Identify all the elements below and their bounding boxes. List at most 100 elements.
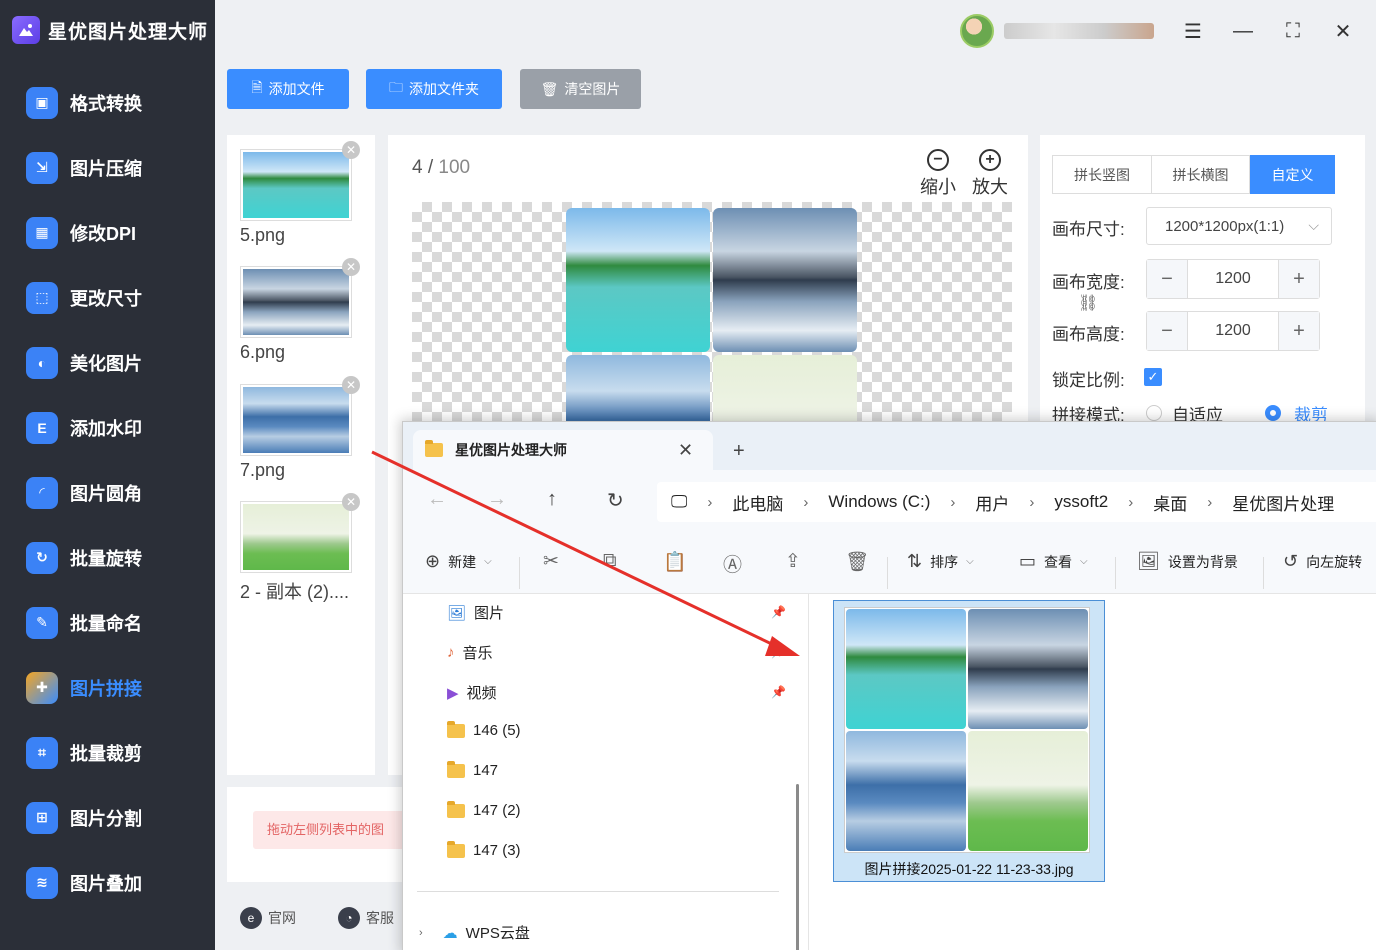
settings-sliders-icon[interactable]: ☰ — [1178, 16, 1208, 46]
sidebar-item-rotate[interactable]: ↻ 批量旋转 — [0, 525, 215, 590]
remove-icon[interactable]: ✕ — [342, 141, 360, 159]
thumbnail-image — [243, 504, 349, 570]
thumbnail-label: 5.png — [240, 225, 286, 245]
file-item-selected[interactable]: 图片拼接2025-01-22 11-23-33.jpg — [833, 600, 1105, 882]
sidebar-item-dpi[interactable]: ▦ 修改DPI — [0, 200, 215, 265]
sidebar-item-resize[interactable]: ⬚ 更改尺寸 — [0, 265, 215, 330]
sidebar-item-crop[interactable]: ⌗ 批量裁剪 — [0, 720, 215, 785]
tree-item-music[interactable]: ♪ 音乐 — [447, 642, 493, 663]
pane-divider[interactable] — [808, 594, 809, 950]
add-file-button[interactable]: 🗎 添加文件 — [227, 69, 349, 109]
increment-button[interactable]: + — [1279, 312, 1319, 350]
sidebar-item-stitch[interactable]: ✚ 图片拼接 — [0, 655, 215, 720]
remove-icon[interactable]: ✕ — [342, 258, 360, 276]
website-link[interactable]: e 官网 — [240, 907, 296, 929]
clear-images-button[interactable]: 🗑 清空图片 — [520, 69, 641, 109]
breadcrumb-item[interactable]: 此电脑 — [732, 490, 783, 515]
close-icon[interactable]: ✕ — [1328, 16, 1358, 46]
canvas-height-input[interactable]: 1200 — [1187, 312, 1279, 350]
breadcrumb-item[interactable]: 桌面 — [1153, 490, 1187, 515]
tree-item-folder[interactable]: 147 (2) — [447, 800, 521, 819]
canvas-size-select[interactable]: 1200*1200px(1:1) ⌵ — [1146, 207, 1332, 245]
tree-item-folder[interactable]: 147 — [447, 760, 498, 779]
zoom-in-button[interactable]: + 放大 — [972, 149, 1008, 199]
clear-images-label: 清空图片 — [564, 81, 621, 97]
breadcrumb-item[interactable]: 用户 — [975, 490, 1009, 515]
share-icon[interactable]: ⇪ — [785, 550, 801, 573]
chevron-right-icon: › — [419, 926, 423, 939]
sidebar-item-beautify[interactable]: ◐ 美化图片 — [0, 330, 215, 395]
service-link[interactable]: ◔ 客服 — [338, 907, 394, 929]
close-tab-icon[interactable]: ✕ — [678, 440, 693, 461]
add-folder-button[interactable]: 🗀 添加文件夹 — [366, 69, 502, 109]
pictures-icon: 🖼 — [447, 604, 467, 622]
tree-item-folder[interactable]: 147 (3) — [447, 840, 521, 859]
lock-ratio-checkbox[interactable]: ✓ — [1144, 368, 1162, 386]
sidebar-item-format-convert[interactable]: ▣ 格式转换 — [0, 70, 215, 135]
canvas-width-input[interactable]: 1200 — [1187, 260, 1279, 298]
folder-icon — [447, 720, 465, 738]
back-arrow-icon[interactable]: ← — [427, 488, 447, 511]
tree-item-folder[interactable]: 146 (5) — [447, 720, 521, 739]
minimize-icon[interactable]: — — [1228, 16, 1258, 46]
sidebar-item-round-corner[interactable]: ◜ 图片圆角 — [0, 460, 215, 525]
canvas-tile[interactable] — [713, 355, 857, 422]
sidebar-item-rename[interactable]: ✎ 批量命名 — [0, 590, 215, 655]
up-arrow-icon[interactable]: ↑ — [547, 488, 557, 511]
sidebar-item-overlay[interactable]: ≋ 图片叠加 — [0, 850, 215, 915]
remove-icon[interactable]: ✕ — [342, 376, 360, 394]
thumbnail-item[interactable]: ✕ — [240, 258, 360, 338]
thumbnail-item[interactable]: ✕ — [240, 493, 360, 573]
file-name: 图片拼接2025-01-22 11-23-33.jpg — [864, 861, 1074, 877]
new-tab-icon[interactable]: + — [733, 440, 745, 463]
rotate-left-button[interactable]: ↺ 向左旋转 — [1283, 551, 1362, 572]
breadcrumb-item[interactable]: Windows (C:) — [828, 492, 930, 512]
stitch-canvas[interactable] — [412, 202, 1012, 422]
pin-icon[interactable]: 📌 — [771, 645, 786, 659]
paste-icon[interactable]: 📋 — [663, 550, 687, 574]
new-button[interactable]: ⊕ 新建 ⌵ — [425, 551, 492, 572]
sidebar-item-split[interactable]: ⊞ 图片分割 — [0, 785, 215, 850]
link-icon[interactable]: ⛓ — [1078, 293, 1098, 313]
sidebar-item-compress[interactable]: ⇲ 图片压缩 — [0, 135, 215, 200]
breadcrumb-item[interactable]: 星优图片处理 — [1232, 490, 1334, 515]
canvas-tile[interactable] — [566, 208, 710, 352]
tree-item-pictures[interactable]: 🖼 图片 — [447, 602, 504, 623]
pin-icon[interactable]: 📌 — [771, 685, 786, 699]
cut-icon[interactable]: ✂ — [543, 550, 559, 573]
decrement-button[interactable]: − — [1147, 312, 1187, 350]
canvas-tile[interactable] — [566, 355, 710, 422]
view-button[interactable]: ▭ 查看 ⌵ — [1019, 551, 1088, 572]
set-background-button[interactable]: 🖼 设置为背景 — [1137, 551, 1238, 572]
decrement-button[interactable]: − — [1147, 260, 1187, 298]
tree-item-cloud[interactable]: › ☁ WPS云盘 — [419, 922, 530, 943]
remove-icon[interactable]: ✕ — [342, 493, 360, 511]
explorer-tab[interactable]: 星优图片处理大师 — [413, 430, 713, 470]
pin-icon[interactable]: 📌 — [771, 605, 786, 619]
tab-custom[interactable]: 自定义 — [1250, 155, 1335, 194]
rename-icon[interactable]: Ⓐ — [723, 550, 742, 577]
increment-button[interactable]: + — [1279, 260, 1319, 298]
mode-auto-radio[interactable] — [1146, 405, 1162, 421]
thumbnail-item[interactable]: ✕ — [240, 376, 360, 456]
delete-icon[interactable]: 🗑 — [845, 550, 869, 574]
zoom-out-button[interactable]: − 缩小 — [920, 149, 956, 199]
canvas-tile[interactable] — [713, 208, 857, 352]
refresh-icon[interactable]: ↻ — [607, 488, 624, 513]
mode-crop-radio[interactable] — [1265, 405, 1281, 421]
forward-arrow-icon[interactable]: → — [487, 488, 507, 511]
breadcrumb-item[interactable]: yssoft2 — [1054, 492, 1108, 512]
sort-button[interactable]: ⇅ 排序 ⌵ — [907, 551, 974, 572]
scrollbar[interactable] — [796, 784, 799, 950]
chevron-down-icon: ⌵ — [1308, 217, 1319, 233]
tree-item-label: WPS云盘 — [465, 925, 530, 942]
tab-long-vertical[interactable]: 拼长竖图 — [1052, 155, 1152, 194]
address-bar[interactable]: 🖵 › 此电脑 › Windows (C:) › 用户 › yssoft2 › … — [657, 482, 1376, 522]
tab-long-horizontal[interactable]: 拼长横图 — [1151, 155, 1250, 194]
sidebar-item-watermark[interactable]: E 添加水印 — [0, 395, 215, 460]
user-account[interactable] — [960, 14, 1154, 48]
thumbnail-item[interactable]: ✕ — [240, 141, 360, 221]
maximize-icon[interactable]: ⛶ — [1278, 16, 1308, 46]
copy-icon[interactable]: ⧉ — [603, 550, 617, 572]
tree-item-video[interactable]: ▶ 视频 — [447, 682, 497, 703]
